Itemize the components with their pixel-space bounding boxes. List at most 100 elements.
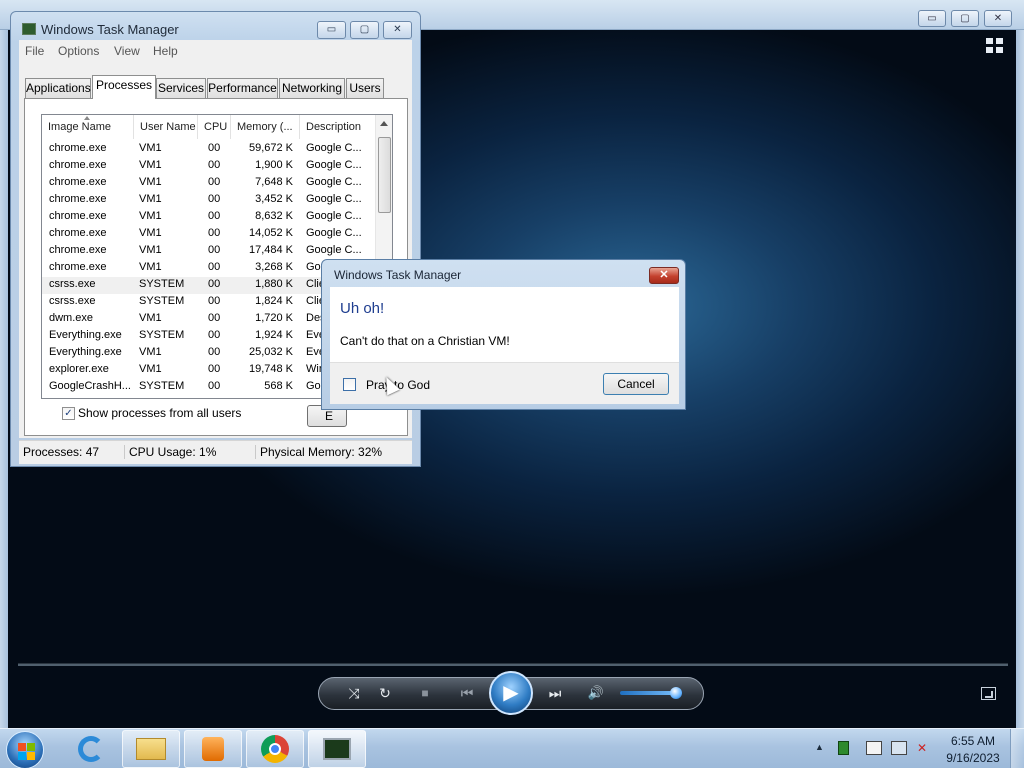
column-cpu[interactable]: CPU xyxy=(198,115,231,139)
clock-time[interactable]: 6:55 AM xyxy=(940,734,1006,748)
seek-bar[interactable] xyxy=(18,663,1008,666)
cancel-button[interactable]: Cancel xyxy=(603,373,669,395)
show-all-users-checkbox[interactable]: ✓ xyxy=(62,407,75,420)
table-row[interactable]: chrome.exe VM1 00 7,648 K Google C... xyxy=(42,175,375,192)
cell-description: Google C... xyxy=(306,244,362,256)
taskbar: ▲ ✕ xyxy=(0,728,1024,768)
cell-cpu: 00 xyxy=(208,227,221,239)
sort-ascending-icon xyxy=(84,116,90,120)
dialog-close-button[interactable]: ✕ xyxy=(649,267,679,284)
menu-help[interactable]: Help xyxy=(153,44,178,58)
cell-image: chrome.exe xyxy=(49,210,107,222)
close-button[interactable]: ✕ xyxy=(383,21,412,39)
show-desktop-button[interactable] xyxy=(1010,729,1024,768)
table-row[interactable]: chrome.exe VM1 00 59,672 K Google C... xyxy=(42,141,375,158)
taskbar-internet-explorer[interactable] xyxy=(62,730,120,768)
show-hidden-icons-button[interactable]: ▲ xyxy=(815,740,829,754)
cell-user: VM1 xyxy=(139,312,162,324)
start-button[interactable] xyxy=(6,731,44,768)
tab-performance[interactable]: Performance xyxy=(207,78,278,98)
column-user-name[interactable]: User Name xyxy=(134,115,198,139)
cell-description: Google C... xyxy=(306,193,362,205)
cell-image: chrome.exe xyxy=(49,227,107,239)
cell-user: VM1 xyxy=(139,193,162,205)
battery-icon[interactable] xyxy=(838,741,849,755)
volume-muted-icon[interactable]: ✕ xyxy=(917,741,933,755)
shuffle-icon[interactable]: ⤨ xyxy=(344,683,364,703)
minimize-button[interactable]: ▭ xyxy=(317,21,346,39)
status-physical-memory: Physical Memory: 32% xyxy=(255,445,382,459)
scroll-up-icon[interactable] xyxy=(380,121,388,126)
action-center-icon[interactable] xyxy=(866,741,882,755)
cell-cpu: 00 xyxy=(208,159,221,171)
dialog-title: Windows Task Manager xyxy=(334,268,462,282)
cell-user: VM1 xyxy=(139,142,162,154)
clock-date[interactable]: 9/16/2023 xyxy=(940,751,1006,765)
status-processes: Processes: 47 xyxy=(23,445,100,459)
volume-icon[interactable]: 🔊 xyxy=(585,683,607,703)
folder-icon xyxy=(136,738,166,760)
stop-icon[interactable]: ■ xyxy=(415,683,435,703)
taskbar-task-manager[interactable] xyxy=(308,730,366,768)
scroll-thumb[interactable] xyxy=(378,137,391,213)
cell-cpu: 00 xyxy=(208,176,221,188)
table-row[interactable]: chrome.exe VM1 00 1,900 K Google C... xyxy=(42,158,375,175)
media-player-minimize-button[interactable]: ▭ xyxy=(918,10,946,27)
switch-to-library-icon[interactable] xyxy=(986,38,1004,54)
previous-icon[interactable]: ⏮ xyxy=(452,683,482,703)
tab-networking[interactable]: Networking xyxy=(279,78,345,98)
media-player-maximize-button[interactable]: ▢ xyxy=(951,10,979,27)
taskbar-google-chrome[interactable] xyxy=(246,730,304,768)
table-row[interactable]: chrome.exe VM1 00 17,484 K Google C... xyxy=(42,243,375,260)
tab-applications[interactable]: Applications xyxy=(25,78,91,98)
menu-file[interactable]: File xyxy=(25,44,44,58)
cell-image: explorer.exe xyxy=(49,363,109,375)
cell-description: Google C... xyxy=(306,142,362,154)
media-player-close-button[interactable]: ✕ xyxy=(984,10,1012,27)
cell-user: VM1 xyxy=(139,210,162,222)
cell-description: Google C... xyxy=(306,210,362,222)
media-player-frame-right xyxy=(1016,30,1024,728)
volume-slider-handle[interactable] xyxy=(670,687,682,699)
column-description[interactable]: Description xyxy=(300,115,376,139)
table-row[interactable]: chrome.exe VM1 00 3,452 K Google C... xyxy=(42,192,375,209)
cell-user: VM1 xyxy=(139,346,162,358)
media-player-frame-left xyxy=(0,30,8,728)
tab-services[interactable]: Services xyxy=(156,78,206,98)
cell-memory: 59,672 K xyxy=(248,142,293,154)
cell-memory: 19,748 K xyxy=(248,363,293,375)
cell-image: chrome.exe xyxy=(49,176,107,188)
play-button[interactable]: ▶ xyxy=(489,671,533,715)
cell-cpu: 00 xyxy=(208,278,221,290)
maximize-button[interactable]: ▢ xyxy=(350,21,379,39)
menu-options[interactable]: Options xyxy=(58,44,99,58)
cell-cpu: 00 xyxy=(208,295,221,307)
task-manager-icon xyxy=(22,23,36,35)
cell-user: VM1 xyxy=(139,244,162,256)
table-row[interactable]: chrome.exe VM1 00 14,052 K Google C... xyxy=(42,226,375,243)
cell-cpu: 00 xyxy=(208,142,221,154)
pray-to-god-checkbox[interactable] xyxy=(343,378,356,391)
menu-view[interactable]: View xyxy=(114,44,140,58)
network-icon[interactable] xyxy=(891,741,907,755)
fullscreen-icon[interactable] xyxy=(981,687,996,700)
taskbar-windows-media-player[interactable] xyxy=(184,730,242,768)
cell-description: Google C... xyxy=(306,227,362,239)
error-dialog: Windows Task Manager ✕ Uh oh! Can't do t… xyxy=(321,259,686,410)
cell-memory: 14,052 K xyxy=(248,227,293,239)
table-row[interactable]: chrome.exe VM1 00 8,632 K Google C... xyxy=(42,209,375,226)
repeat-icon[interactable]: ↻ xyxy=(375,683,395,703)
next-icon[interactable]: ⏭ xyxy=(540,683,570,703)
cell-cpu: 00 xyxy=(208,193,221,205)
cell-memory: 568 K xyxy=(264,380,293,392)
tab-users[interactable]: Users xyxy=(346,78,384,98)
tab-processes[interactable]: Processes xyxy=(92,75,156,99)
taskbar-windows-explorer[interactable] xyxy=(122,730,180,768)
cell-user: VM1 xyxy=(139,261,162,273)
column-memory[interactable]: Memory (... xyxy=(231,115,300,139)
internet-explorer-icon xyxy=(78,736,104,762)
cell-memory: 1,900 K xyxy=(255,159,293,171)
cell-user: SYSTEM xyxy=(139,278,185,290)
cell-memory: 25,032 K xyxy=(248,346,293,358)
cell-user: VM1 xyxy=(139,227,162,239)
